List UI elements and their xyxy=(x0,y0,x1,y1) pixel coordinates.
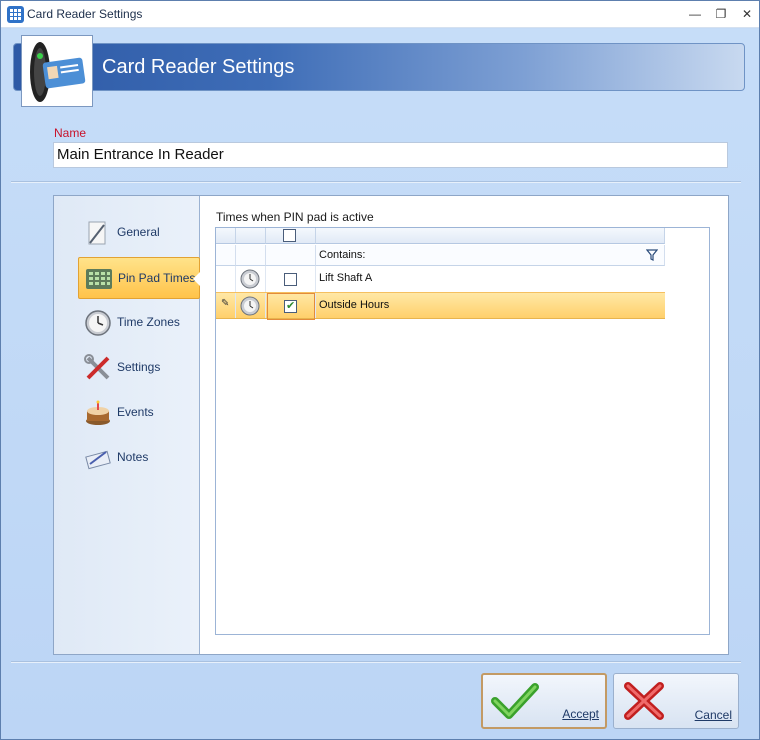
nav-label: Time Zones xyxy=(117,315,180,329)
cake-icon xyxy=(86,400,110,425)
table-row[interactable]: Lift Shaft A xyxy=(216,266,665,293)
grid-header-indicator xyxy=(216,228,236,244)
accept-button[interactable]: Accept xyxy=(481,673,607,729)
checkmark-icon xyxy=(491,683,539,719)
accept-label: Accept xyxy=(562,707,599,721)
nav-item-notes[interactable]: Notes xyxy=(78,437,200,479)
card-reader-icon xyxy=(21,35,93,107)
keypad-icon xyxy=(86,269,112,289)
grid-header-icon xyxy=(236,228,266,244)
nav-label: Notes xyxy=(117,450,149,464)
row-checkbox[interactable] xyxy=(284,273,297,286)
name-label: Name xyxy=(54,126,87,140)
pin-pad-times-content: Times when PIN pad is active Contains: L… xyxy=(201,196,728,654)
dialog-body: Card Reader Settings Name Main Entrance … xyxy=(1,29,759,739)
settings-panel: General Pin Pad Times Time Zones Setting… xyxy=(53,195,729,655)
close-button[interactable]: ✕ xyxy=(737,5,757,23)
row-name: Outside Hours xyxy=(319,299,390,311)
nav-item-settings[interactable]: Settings xyxy=(78,347,200,389)
dialog-window: Card Reader Settings — ❐ ✕ Card Reader S… xyxy=(0,0,760,740)
table-row[interactable]: ✎ ✔ Outside Hours xyxy=(216,292,665,320)
time-zone-grid: Contains: Lift Shaft A ✎ ✔ Outside Hours xyxy=(215,227,710,635)
grid-header-name xyxy=(316,228,665,244)
tools-icon xyxy=(84,354,110,380)
name-input[interactable]: Main Entrance In Reader xyxy=(53,142,728,168)
row-name: Lift Shaft A xyxy=(319,272,373,284)
select-all-checkbox[interactable] xyxy=(283,229,296,242)
row-checkbox[interactable] xyxy=(284,299,297,313)
cancel-button[interactable]: Cancel xyxy=(613,673,739,729)
nav-item-events[interactable]: Events xyxy=(78,392,200,434)
active-indicator xyxy=(193,272,200,286)
separator-top xyxy=(11,181,741,183)
clock-icon xyxy=(240,269,260,289)
nav-label: General xyxy=(117,225,160,239)
filter-icon[interactable] xyxy=(646,249,658,261)
filter-icon-cell xyxy=(236,245,266,266)
notepad-icon xyxy=(85,450,111,470)
nav-item-general[interactable]: General xyxy=(78,212,200,254)
app-grid-icon xyxy=(7,6,24,23)
cross-icon xyxy=(624,682,664,720)
cancel-label: Cancel xyxy=(694,708,732,722)
edit-pencil-icon: ✎ xyxy=(221,298,230,309)
filter-input[interactable] xyxy=(316,245,665,266)
nav-label: Events xyxy=(117,405,154,419)
nav-item-pin-pad-times[interactable]: Pin Pad Times xyxy=(78,257,200,299)
minimize-button[interactable]: — xyxy=(685,5,705,23)
nav-label: Settings xyxy=(117,360,161,374)
filter-placeholder: Contains: xyxy=(319,249,366,261)
header-banner: Card Reader Settings xyxy=(13,43,745,91)
grid-caption: Times when PIN pad is active xyxy=(216,210,374,224)
grid-header-check xyxy=(266,228,316,244)
clock-icon xyxy=(240,296,260,316)
filter-check-cell xyxy=(266,245,316,266)
nav-item-time-zones[interactable]: Time Zones xyxy=(78,302,200,344)
nav-label: Pin Pad Times xyxy=(118,271,196,285)
navigation-pane: General Pin Pad Times Time Zones Setting… xyxy=(54,196,200,654)
title-bar: Card Reader Settings — ❐ ✕ xyxy=(1,1,759,28)
window-title: Card Reader Settings xyxy=(27,7,143,21)
banner-title: Card Reader Settings xyxy=(102,56,295,78)
maximize-button[interactable]: ❐ xyxy=(711,5,731,23)
clock-icon xyxy=(85,310,111,336)
pen-icon xyxy=(88,221,106,245)
separator-bottom xyxy=(11,661,741,663)
filter-indicator xyxy=(216,245,236,266)
